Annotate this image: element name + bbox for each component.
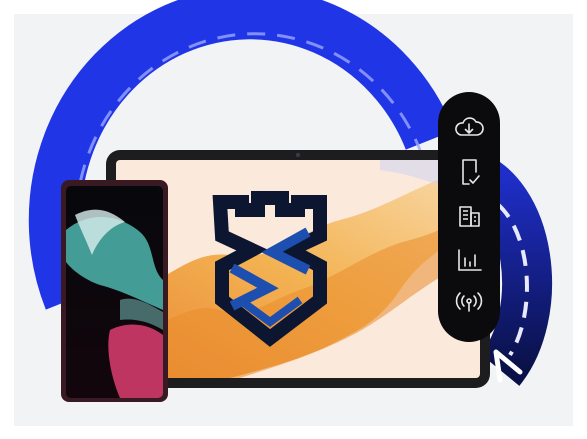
icon-panel — [438, 92, 500, 342]
security-illustration — [0, 0, 587, 439]
illustration-canvas — [14, 0, 573, 426]
tablet-camera — [295, 152, 301, 158]
phone-wallpaper-pink — [108, 324, 163, 398]
phone-device — [61, 180, 168, 402]
